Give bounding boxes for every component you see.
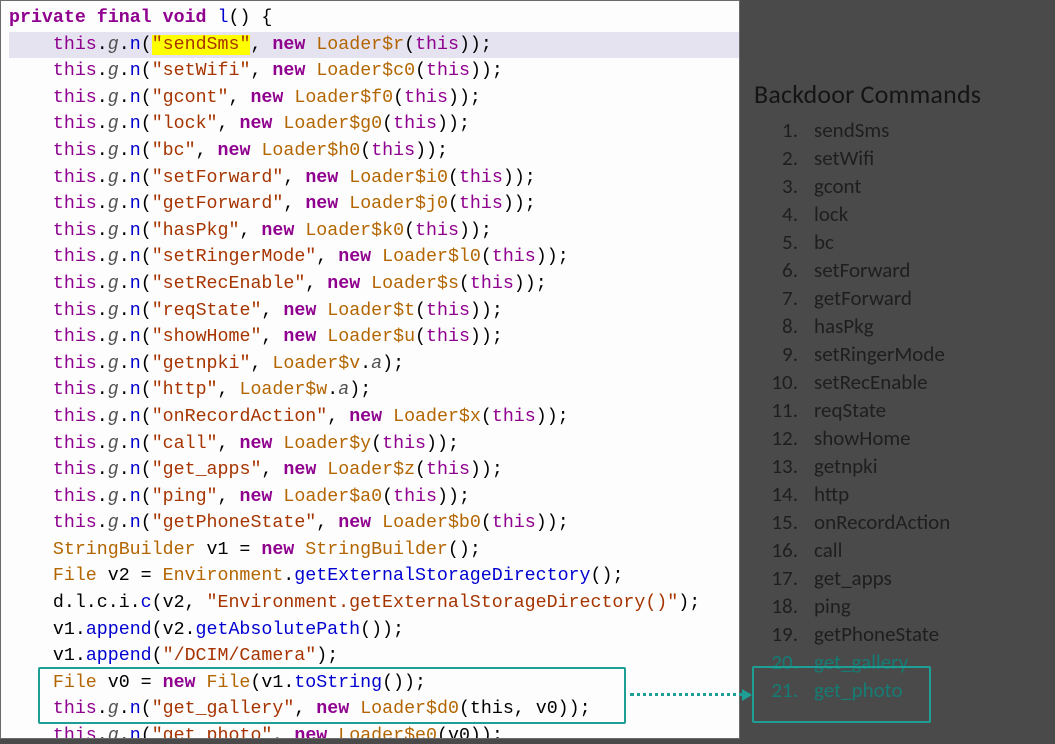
command-name: showHome — [814, 424, 911, 452]
command-number: 15. — [754, 508, 814, 536]
command-name: reqState — [814, 396, 886, 424]
command-item: 3.gcont — [754, 172, 1055, 200]
command-item: 4.lock — [754, 200, 1055, 228]
command-number: 4. — [754, 200, 814, 228]
command-number: 1. — [754, 116, 814, 144]
command-name: bc — [814, 228, 834, 256]
command-item: 18.ping — [754, 592, 1055, 620]
command-item: 14.http — [754, 480, 1055, 508]
command-number: 11. — [754, 396, 814, 424]
command-item: 6.setForward — [754, 256, 1055, 284]
command-name: get_photo — [814, 676, 903, 704]
command-item: 9.setRingerMode — [754, 340, 1055, 368]
command-number: 12. — [754, 424, 814, 452]
command-number: 20. — [754, 648, 814, 676]
command-name: setForward — [814, 256, 910, 284]
command-item: 15.onRecordAction — [754, 508, 1055, 536]
commands-title: Backdoor Commands — [754, 78, 1055, 110]
commands-list: 1.sendSms2.setWifi3.gcont4.lock5.bc6.set… — [754, 116, 1055, 704]
command-name: sendSms — [814, 116, 889, 144]
command-name: get_apps — [814, 564, 892, 592]
command-name: setWifi — [814, 144, 874, 172]
command-number: 19. — [754, 620, 814, 648]
command-name: call — [814, 536, 842, 564]
command-number: 2. — [754, 144, 814, 172]
command-number: 14. — [754, 480, 814, 508]
command-name: onRecordAction — [814, 508, 950, 536]
command-item: 19.getPhoneState — [754, 620, 1055, 648]
command-item: 21.get_photo — [754, 676, 1055, 704]
command-item: 12.showHome — [754, 424, 1055, 452]
command-name: gcont — [814, 172, 861, 200]
command-item: 20.get_gallery — [754, 648, 1055, 676]
command-number: 7. — [754, 284, 814, 312]
command-name: getnpki — [814, 452, 878, 480]
command-item: 10.setRecEnable — [754, 368, 1055, 396]
command-name: getPhoneState — [814, 620, 939, 648]
command-number: 17. — [754, 564, 814, 592]
command-number: 6. — [754, 256, 814, 284]
command-item: 13.getnpki — [754, 452, 1055, 480]
command-item: 5.bc — [754, 228, 1055, 256]
command-name: http — [814, 480, 849, 508]
command-name: get_gallery — [814, 648, 908, 676]
command-item: 8.hasPkg — [754, 312, 1055, 340]
command-name: lock — [814, 200, 848, 228]
command-number: 3. — [754, 172, 814, 200]
command-number: 9. — [754, 340, 814, 368]
command-number: 18. — [754, 592, 814, 620]
command-number: 8. — [754, 312, 814, 340]
command-item: 7.getForward — [754, 284, 1055, 312]
command-name: ping — [814, 592, 851, 620]
command-item: 11.reqState — [754, 396, 1055, 424]
command-item: 17.get_apps — [754, 564, 1055, 592]
code-pane: private final void l() { this.g.n("sendS… — [0, 0, 740, 739]
command-number: 10. — [754, 368, 814, 396]
command-name: setRecEnable — [814, 368, 928, 396]
slide-container: private final void l() { this.g.n("sendS… — [0, 0, 1055, 744]
command-number: 21. — [754, 676, 814, 704]
command-item: 1.sendSms — [754, 116, 1055, 144]
command-item: 2.setWifi — [754, 144, 1055, 172]
command-number: 16. — [754, 536, 814, 564]
command-name: setRingerMode — [814, 340, 945, 368]
command-name: getForward — [814, 284, 912, 312]
commands-pane: Backdoor Commands 1.sendSms2.setWifi3.gc… — [740, 0, 1055, 744]
command-number: 5. — [754, 228, 814, 256]
command-item: 16.call — [754, 536, 1055, 564]
command-name: hasPkg — [814, 312, 874, 340]
command-number: 13. — [754, 452, 814, 480]
